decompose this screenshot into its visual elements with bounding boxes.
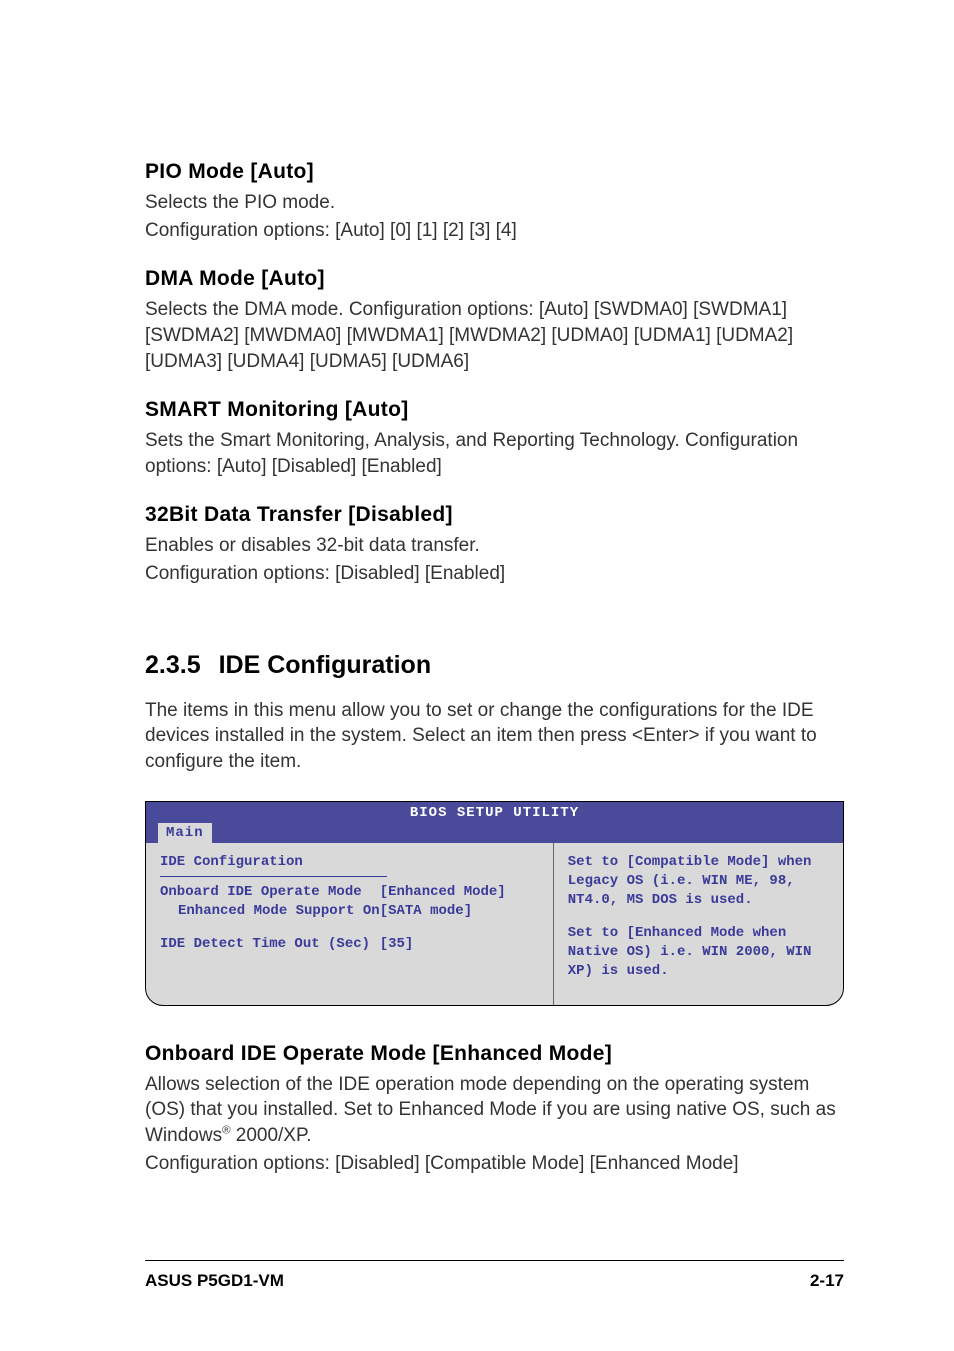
bios-title: BIOS SETUP UTILITY [146, 804, 843, 823]
text-smart-desc: Sets the Smart Monitoring, Analysis, and… [145, 428, 844, 479]
text-onboard-desc-part2: 2000/XP. [230, 1125, 311, 1146]
bios-row-operate-mode[interactable]: Onboard IDE Operate Mode [Enhanced Mode] [160, 883, 539, 902]
text-ide-intro: The items in this menu allow you to set … [145, 698, 844, 775]
bios-value-detect-timeout: [35] [380, 935, 539, 954]
text-pio-desc: Selects the PIO mode. [145, 190, 844, 216]
bios-body: IDE Configuration Onboard IDE Operate Mo… [146, 843, 843, 1004]
bios-left-title: IDE Configuration [160, 853, 539, 872]
bios-label-operate-mode: Onboard IDE Operate Mode [160, 883, 380, 902]
bios-left-pane: IDE Configuration Onboard IDE Operate Mo… [146, 843, 553, 1004]
bios-value-enhanced-support: [SATA mode] [380, 902, 539, 921]
bios-header: BIOS SETUP UTILITY Main [146, 802, 843, 844]
footer-page-number: 2-17 [810, 1271, 844, 1291]
bios-help-text-1: Set to [Compatible Mode] when Legacy OS … [568, 853, 829, 910]
text-32bit-desc: Enables or disables 32-bit data transfer… [145, 533, 844, 559]
bios-divider [160, 876, 387, 877]
bios-help-pane: Set to [Compatible Mode] when Legacy OS … [553, 843, 843, 1004]
heading-pio-mode: PIO Mode [Auto] [145, 160, 844, 184]
heading-ide-configuration: 2.3.5 IDE Configuration [145, 651, 844, 680]
bios-row-enhanced-support[interactable]: Enhanced Mode Support On [SATA mode] [160, 902, 539, 921]
section-number: 2.3.5 [145, 651, 201, 680]
bios-help-text-2: Set to [Enhanced Mode when Native OS) i.… [568, 924, 829, 981]
footer-product-name: ASUS P5GD1-VM [145, 1271, 284, 1291]
section-title: IDE Configuration [219, 651, 431, 679]
bios-label-enhanced-support: Enhanced Mode Support On [160, 902, 380, 921]
heading-onboard-ide-operate-mode: Onboard IDE Operate Mode [Enhanced Mode] [145, 1042, 844, 1066]
text-onboard-desc: Allows selection of the IDE operation mo… [145, 1072, 844, 1149]
bios-row-detect-timeout[interactable]: IDE Detect Time Out (Sec) [35] [160, 935, 539, 954]
bios-tab-main[interactable]: Main [158, 823, 212, 844]
text-onboard-options: Configuration options: [Disabled] [Compa… [145, 1151, 844, 1177]
text-32bit-options: Configuration options: [Disabled] [Enabl… [145, 561, 844, 587]
heading-smart-monitoring: SMART Monitoring [Auto] [145, 398, 844, 422]
text-dma-desc: Selects the DMA mode. Configuration opti… [145, 297, 844, 374]
bios-label-detect-timeout: IDE Detect Time Out (Sec) [160, 935, 380, 954]
heading-dma-mode: DMA Mode [Auto] [145, 267, 844, 291]
heading-32bit-data-transfer: 32Bit Data Transfer [Disabled] [145, 503, 844, 527]
text-pio-options: Configuration options: [Auto] [0] [1] [2… [145, 218, 844, 244]
bios-value-operate-mode: [Enhanced Mode] [380, 883, 539, 902]
page-footer: ASUS P5GD1-VM 2-17 [145, 1260, 844, 1291]
bios-setup-panel: BIOS SETUP UTILITY Main IDE Configuratio… [145, 801, 844, 1006]
